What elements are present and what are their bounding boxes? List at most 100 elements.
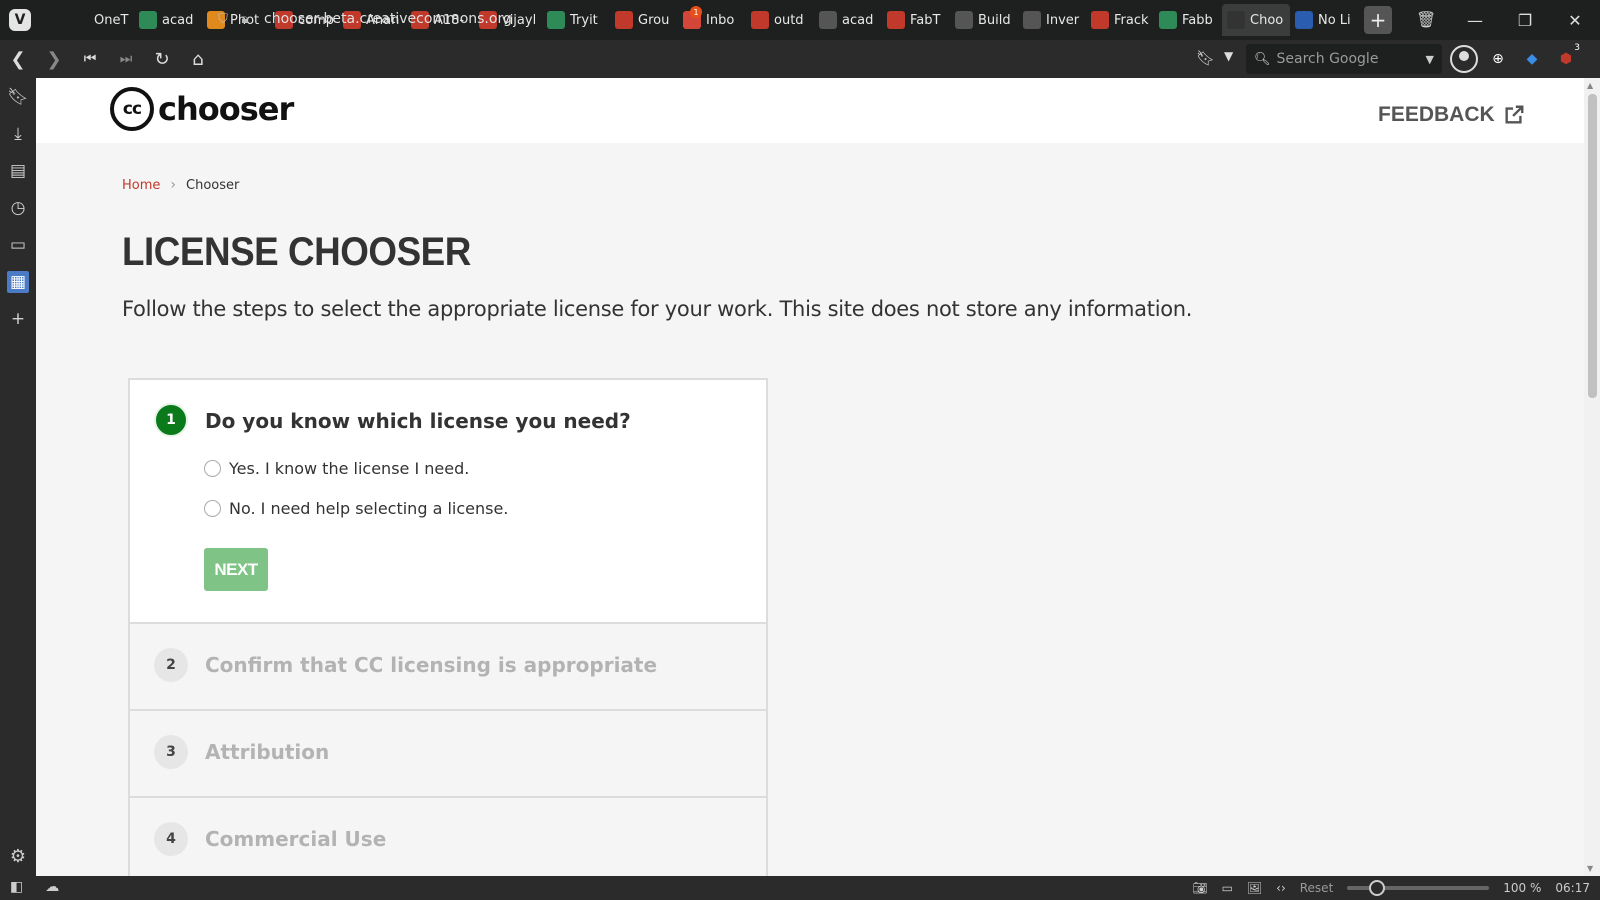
breadcrumb: Home › Chooser — [122, 177, 239, 193]
step-title: Confirm that CC licensing is appropriate — [205, 653, 658, 677]
fast-forward-button[interactable]: ⏭ — [108, 41, 144, 77]
url-text[interactable]: chooser-beta.creativecommons.org — [264, 11, 512, 27]
zoom-slider-knob[interactable] — [1369, 880, 1386, 896]
breadcrumb-current: Chooser — [186, 177, 240, 193]
url-field[interactable]: ⛉ 🔒︎ chooser-beta.creativecommons.org — [212, 4, 1234, 34]
web-panel-icon[interactable]: ▦ — [0, 263, 36, 300]
zoom-level: 100 % — [1503, 881, 1542, 895]
scroll-up-icon[interactable]: ▲ — [1587, 81, 1593, 90]
new-tab-button[interactable]: + — [1364, 6, 1392, 34]
step-title: Do you know which license you need? — [205, 409, 631, 433]
profile-avatar[interactable] — [1450, 45, 1478, 73]
home-button[interactable]: ⌂ — [180, 41, 216, 77]
gem-extension-icon[interactable]: ◆ — [1518, 45, 1546, 73]
reload-button[interactable]: ↻ — [144, 41, 180, 77]
search-field[interactable]: 🔍︎ Search Google ▼ — [1246, 44, 1442, 74]
status-bar: ◧ ☁ 📷︎ ▭ 🖼︎ ‹› Reset 100 % 06:17 — [0, 876, 1600, 900]
minimize-button[interactable]: — — [1450, 0, 1500, 40]
site-header: cc chooser FEEDBACK — [36, 78, 1584, 143]
image-icon[interactable]: 🖼︎ — [1247, 881, 1262, 895]
notes-panel-icon[interactable]: ▤ — [0, 152, 36, 189]
next-button[interactable]: NEXT — [204, 548, 268, 591]
code-icon[interactable]: ‹› — [1276, 881, 1286, 895]
browser-tab[interactable]: No Li — [1290, 4, 1358, 36]
radio-button[interactable] — [204, 500, 221, 517]
step-number-badge: 2 — [154, 648, 188, 682]
tab-label: acad — [162, 12, 194, 28]
tab-label: No Li — [1318, 12, 1351, 28]
ublock-icon[interactable]: ⬢ 3 — [1552, 43, 1580, 73]
step-title: Attribution — [205, 740, 330, 764]
window-controls: — ❐ ✕ — [1450, 0, 1600, 40]
clock: 06:17 — [1555, 881, 1590, 895]
step-4: 4 Commercial Use — [130, 798, 766, 876]
close-window-button[interactable]: ✕ — [1550, 0, 1600, 40]
lock-icon[interactable]: 🔒︎ — [234, 12, 256, 27]
settings-gear-icon[interactable]: ⚙ — [0, 841, 36, 871]
cc-logo-icon: cc — [110, 87, 154, 131]
option-yes-radio[interactable]: Yes. I know the license I need. — [204, 459, 469, 478]
scrollbar-thumb[interactable] — [1588, 94, 1597, 398]
cloud-sync-icon[interactable]: ☁ — [45, 879, 59, 895]
ublock-badge: 3 — [1574, 43, 1580, 53]
onetab-icon — [71, 11, 89, 29]
chevron-down-icon[interactable]: ▼ — [1426, 53, 1434, 66]
chevron-right-icon: › — [170, 177, 176, 193]
camera-icon[interactable]: 📷︎ — [1192, 881, 1207, 895]
collapsed-steps: 2 Confirm that CC licensing is appropriat… — [130, 624, 766, 876]
breadcrumb-home-link[interactable]: Home — [122, 178, 160, 193]
step-number-badge: 1 — [154, 403, 188, 437]
panel-sidebar: 🔖︎ ⤓ ▤ ◷ ▭ ▦ + ⚙ — [0, 78, 36, 876]
browser-tab[interactable]: acad — [134, 4, 202, 36]
extensions-toolbar: ⊕ ◆ ⬢ 3 — [1450, 42, 1580, 76]
zoom-reset-button[interactable]: Reset — [1300, 881, 1334, 895]
page-intro: Follow the steps to select the appropria… — [122, 297, 1193, 321]
trash-icon[interactable]: 🗑 — [1416, 10, 1436, 30]
rewind-button[interactable]: ⏮ — [72, 41, 108, 77]
forward-button[interactable]: ❯ — [36, 41, 72, 77]
option-label[interactable]: No. I need help selecting a license. — [229, 499, 508, 518]
question-icon — [1295, 11, 1313, 29]
option-no-radio[interactable]: No. I need help selecting a license. — [204, 499, 508, 518]
zoom-slider[interactable] — [1347, 880, 1490, 896]
cc-chooser-logo[interactable]: cc chooser — [110, 87, 294, 131]
downloads-panel-icon[interactable]: ⤓ — [0, 115, 36, 152]
add-panel-icon[interactable]: + — [0, 300, 36, 337]
step-number-badge: 3 — [154, 735, 188, 769]
step-title: Commercial Use — [205, 827, 387, 851]
step-2: 2 Confirm that CC licensing is appropriat… — [130, 624, 766, 711]
tab-label: OneT — [94, 12, 129, 28]
history-panel-icon[interactable]: ◷ — [0, 189, 36, 226]
restore-button[interactable]: ❐ — [1500, 0, 1550, 40]
tile-icon[interactable]: ▭ — [1222, 881, 1233, 895]
add-extension-icon[interactable]: ⊕ — [1484, 45, 1512, 73]
scroll-down-icon[interactable]: ▼ — [1587, 864, 1593, 873]
step-3: 3 Attribution — [130, 711, 766, 798]
window-panel-icon[interactable]: ▭ — [0, 226, 36, 263]
vivaldi-menu-button[interactable]: V — [0, 0, 40, 40]
tab-label: Choo — [1250, 12, 1284, 28]
feedback-label: FEEDBACK — [1378, 103, 1495, 126]
page-title: LICENSE CHOOSER — [122, 230, 471, 274]
search-placeholder: Search Google — [1276, 51, 1379, 67]
search-icon: 🔍︎ — [1254, 51, 1271, 67]
bookmark-icon[interactable]: 🔖︎ — [1196, 49, 1215, 67]
step-1: 1 Do you know which license you need? Ye… — [130, 380, 766, 624]
shield-icon[interactable]: ⛉ — [212, 12, 234, 27]
option-label[interactable]: Yes. I know the license I need. — [229, 459, 469, 478]
browser-tab[interactable]: OneT — [66, 4, 134, 36]
grid-logo-icon — [139, 11, 157, 29]
feedback-link[interactable]: FEEDBACK — [1378, 103, 1525, 127]
external-link-icon — [1505, 105, 1524, 124]
page-viewport: cc chooser FEEDBACK Home › Chooser LICEN… — [36, 78, 1600, 876]
page-scrollbar[interactable]: ▲ ▼ — [1584, 78, 1600, 876]
chevron-down-icon[interactable]: ▼ — [1224, 49, 1233, 63]
radio-button[interactable] — [204, 460, 221, 477]
back-button[interactable]: ❮ — [0, 41, 36, 77]
bookmarks-panel-icon[interactable]: 🔖︎ — [0, 78, 36, 115]
license-stepper: 1 Do you know which license you need? Ye… — [128, 378, 768, 876]
step-number-badge: 4 — [154, 822, 188, 856]
logo-wordmark: chooser — [158, 90, 294, 128]
vivaldi-logo-icon: V — [9, 9, 31, 31]
toggle-panel-icon[interactable]: ◧ — [10, 879, 23, 895]
